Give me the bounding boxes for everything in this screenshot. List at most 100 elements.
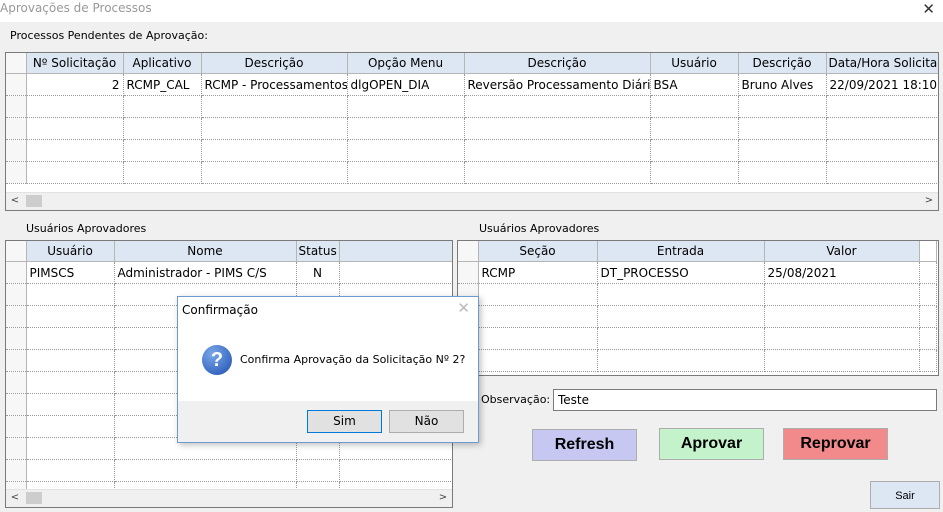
row-indicator[interactable] bbox=[6, 349, 27, 372]
approve-button[interactable]: Aprovar bbox=[659, 428, 764, 460]
cell[interactable] bbox=[464, 139, 651, 162]
cell[interactable] bbox=[26, 283, 115, 306]
cell[interactable]: Reversão Processamento Diário bbox=[464, 73, 651, 96]
row-indicator[interactable] bbox=[6, 415, 27, 438]
cell[interactable] bbox=[201, 161, 348, 184]
cell[interactable] bbox=[26, 371, 115, 394]
row-indicator[interactable] bbox=[6, 327, 27, 350]
cell[interactable]: PIMSCS bbox=[26, 261, 115, 284]
cell[interactable] bbox=[597, 305, 765, 328]
no-button[interactable]: Não bbox=[389, 410, 464, 433]
cell[interactable] bbox=[123, 139, 202, 162]
row-indicator[interactable] bbox=[6, 161, 27, 184]
col-header[interactable]: Seção bbox=[478, 241, 598, 262]
table-row[interactable] bbox=[6, 117, 938, 140]
row-indicator[interactable] bbox=[6, 437, 27, 460]
cell[interactable] bbox=[597, 327, 765, 350]
cell[interactable] bbox=[597, 283, 765, 306]
table-row[interactable] bbox=[458, 305, 937, 328]
row-indicator[interactable] bbox=[6, 305, 27, 328]
cell[interactable] bbox=[26, 349, 115, 372]
cell[interactable] bbox=[826, 139, 938, 162]
table-row[interactable] bbox=[6, 139, 938, 162]
cell[interactable] bbox=[26, 305, 115, 328]
table-row[interactable] bbox=[458, 327, 937, 350]
cell[interactable] bbox=[26, 95, 124, 118]
row-indicator[interactable] bbox=[6, 73, 27, 96]
refresh-button[interactable]: Refresh bbox=[532, 429, 637, 461]
cell[interactable]: RCMP_CAL bbox=[123, 73, 202, 96]
cell[interactable] bbox=[347, 139, 465, 162]
reject-button[interactable]: Reprovar bbox=[783, 428, 888, 460]
cell[interactable] bbox=[826, 95, 938, 118]
col-header[interactable]: Opção Menu bbox=[347, 53, 465, 74]
cell[interactable] bbox=[764, 305, 920, 328]
cell[interactable] bbox=[26, 117, 124, 140]
cell[interactable] bbox=[764, 283, 920, 306]
scroll-thumb[interactable] bbox=[26, 195, 42, 207]
cell[interactable]: DT_PROCESSO bbox=[597, 261, 765, 284]
col-header[interactable]: Data/Hora Solicitação bbox=[826, 53, 938, 74]
cell[interactable] bbox=[26, 139, 124, 162]
row-indicator[interactable] bbox=[6, 139, 27, 162]
cell[interactable] bbox=[26, 415, 115, 438]
scroll-right-icon[interactable]: > bbox=[922, 195, 936, 206]
pending-grid[interactable]: Nº Solicitação Aplicativo Descrição Opçã… bbox=[5, 52, 939, 211]
scroll-left-icon[interactable]: < bbox=[8, 195, 22, 206]
cell[interactable] bbox=[201, 117, 348, 140]
close-icon[interactable]: ✕ bbox=[922, 0, 935, 18]
table-row[interactable] bbox=[458, 349, 937, 372]
table-row[interactable] bbox=[458, 283, 937, 306]
cell[interactable] bbox=[26, 437, 115, 460]
dialog-close-icon[interactable]: ✕ bbox=[457, 299, 470, 317]
row-indicator[interactable] bbox=[6, 95, 27, 118]
col-header[interactable]: Entrada bbox=[597, 241, 765, 262]
cell[interactable] bbox=[114, 459, 297, 482]
table-row[interactable] bbox=[6, 459, 452, 482]
table-row[interactable]: 2 RCMP_CAL RCMP - Processamentos dlgOPEN… bbox=[6, 73, 938, 96]
col-header[interactable]: Nº Solicitação bbox=[26, 53, 124, 74]
cell[interactable] bbox=[826, 161, 938, 184]
table-row[interactable] bbox=[6, 95, 938, 118]
cell[interactable]: Administrador - PIMS C/S bbox=[114, 261, 297, 284]
col-header[interactable]: Descrição bbox=[738, 53, 827, 74]
cell[interactable]: dlgOPEN_DIA bbox=[347, 73, 465, 96]
row-indicator[interactable] bbox=[6, 371, 27, 394]
scroll-thumb[interactable] bbox=[26, 492, 42, 504]
cell[interactable]: 2 bbox=[26, 73, 124, 96]
cell[interactable] bbox=[123, 161, 202, 184]
cell[interactable]: RCMP - Processamentos bbox=[201, 73, 348, 96]
col-header[interactable]: Descrição bbox=[464, 53, 651, 74]
cell[interactable] bbox=[478, 283, 598, 306]
cell[interactable] bbox=[26, 327, 115, 350]
cell[interactable] bbox=[123, 117, 202, 140]
cell[interactable] bbox=[296, 459, 340, 482]
cell[interactable]: 22/09/2021 18:10:58 bbox=[826, 73, 938, 96]
col-header[interactable]: Valor bbox=[764, 241, 920, 262]
observation-input[interactable]: Teste bbox=[553, 389, 937, 411]
cell[interactable] bbox=[464, 117, 651, 140]
row-indicator[interactable] bbox=[6, 261, 27, 284]
cell[interactable] bbox=[347, 95, 465, 118]
cell[interactable] bbox=[347, 161, 465, 184]
cell[interactable] bbox=[738, 95, 827, 118]
row-indicator[interactable] bbox=[6, 283, 27, 306]
cell[interactable] bbox=[478, 305, 598, 328]
cell[interactable] bbox=[738, 161, 827, 184]
table-row[interactable] bbox=[6, 161, 938, 184]
cell[interactable] bbox=[26, 459, 115, 482]
cell[interactable] bbox=[201, 139, 348, 162]
cell[interactable] bbox=[201, 95, 348, 118]
cell[interactable] bbox=[597, 349, 765, 372]
col-header[interactable]: C bbox=[339, 241, 452, 262]
row-indicator[interactable] bbox=[458, 261, 479, 284]
scroll-right-icon[interactable]: > bbox=[436, 492, 450, 503]
cell[interactable] bbox=[738, 117, 827, 140]
cell[interactable] bbox=[764, 327, 920, 350]
horizontal-scrollbar[interactable]: < > bbox=[6, 489, 452, 507]
cell[interactable] bbox=[650, 161, 739, 184]
cell[interactable] bbox=[478, 327, 598, 350]
cell[interactable] bbox=[464, 161, 651, 184]
cell[interactable] bbox=[26, 161, 124, 184]
cell[interactable] bbox=[650, 117, 739, 140]
